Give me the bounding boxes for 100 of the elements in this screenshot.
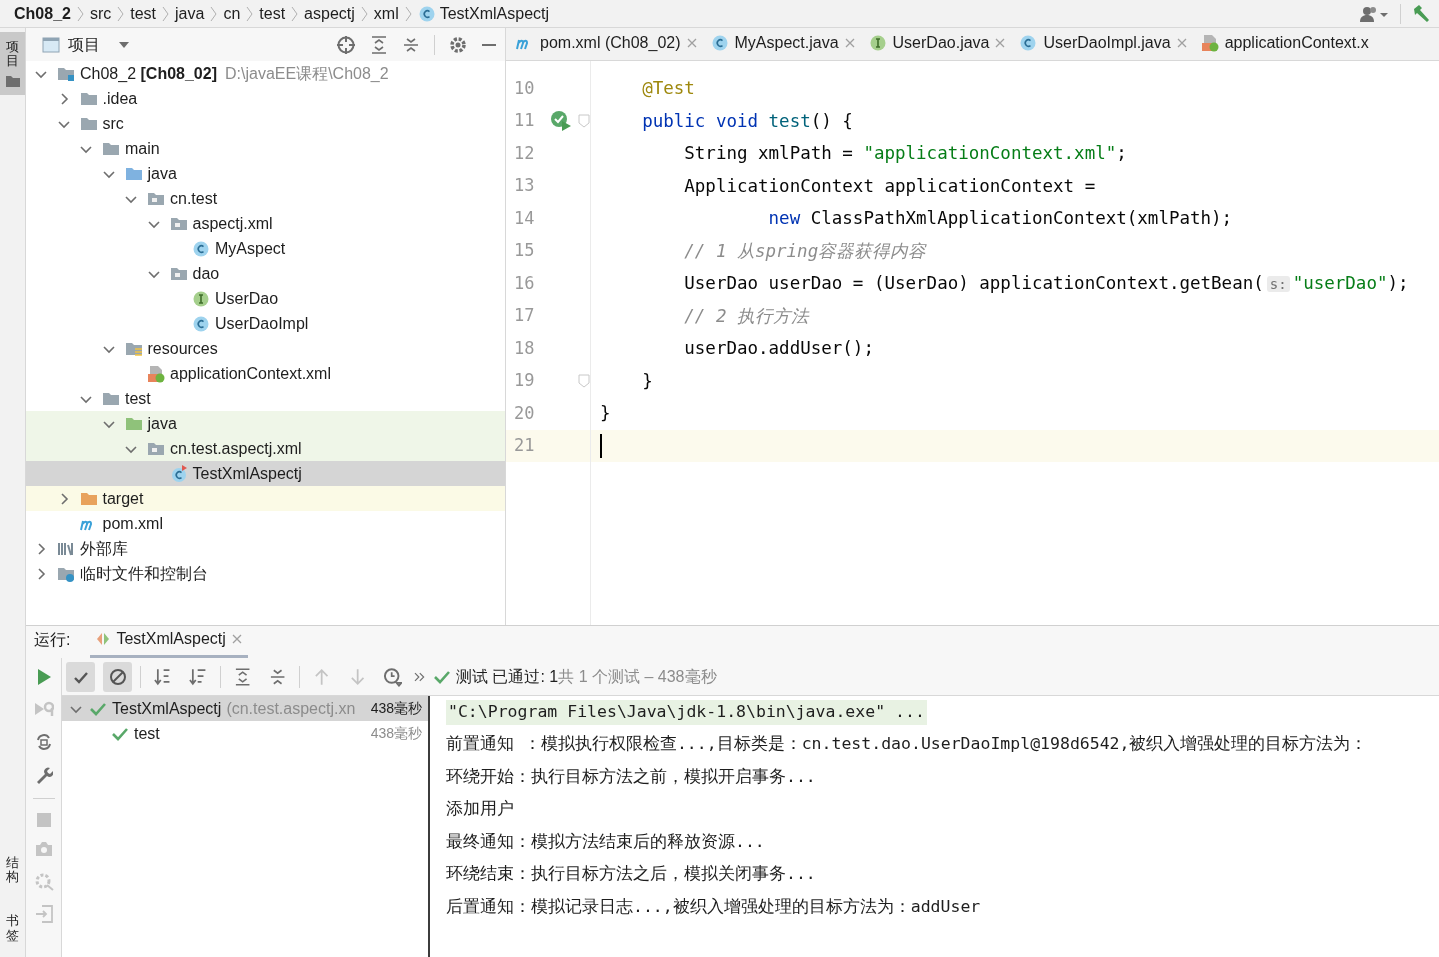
editor-tab[interactable]: pom.xml (Ch08_02) bbox=[516, 28, 697, 60]
breadcrumb-item[interactable]: TestXmlAspectj bbox=[439, 1, 550, 26]
close-icon[interactable] bbox=[231, 634, 242, 644]
editor-tab[interactable]: UserDaoImpl.java bbox=[1019, 28, 1187, 60]
tree-item[interactable]: test bbox=[26, 386, 505, 411]
panel-title[interactable]: 项目 bbox=[68, 32, 100, 57]
toggle-auto-test-icon[interactable] bbox=[34, 732, 53, 752]
check-icon bbox=[90, 701, 106, 716]
line-number: 13 bbox=[513, 174, 536, 197]
interface-icon bbox=[192, 289, 210, 308]
breadcrumb-item[interactable]: src bbox=[89, 1, 112, 26]
console-line: 最终通知：模拟方法结束后的释放资源... bbox=[446, 830, 765, 853]
breadcrumb-separator-icon bbox=[291, 5, 299, 22]
console-line: 环绕开始：执行目标方法之前，模拟开启事务... bbox=[446, 765, 816, 788]
show-ignored-toggle[interactable] bbox=[103, 661, 133, 692]
editor-tab[interactable]: MyAspect.java bbox=[710, 28, 855, 60]
console-line: 环绕结束：执行目标方法之后，模拟关闭事务... bbox=[446, 863, 816, 886]
tree-item[interactable]: aspectj.xml bbox=[26, 211, 505, 236]
fold-marker-icon[interactable] bbox=[578, 373, 590, 388]
settings-icon[interactable] bbox=[449, 35, 467, 54]
tool-window-tab[interactable]: 书签 bbox=[0, 906, 25, 951]
class-icon bbox=[192, 239, 210, 258]
breadcrumb-separator-icon bbox=[76, 5, 84, 22]
breadcrumb-separator-icon bbox=[404, 5, 412, 22]
test-run-icon bbox=[96, 632, 111, 646]
editor-tab[interactable]: UserDao.java bbox=[868, 28, 1006, 60]
tree-item[interactable]: Ch08_2 [Ch08_02] D:\javaEE课程\Ch08_2 bbox=[26, 61, 505, 86]
tree-item[interactable]: UserDaoImpl bbox=[26, 311, 505, 336]
tree-item[interactable]: dao bbox=[26, 261, 505, 286]
user-icon[interactable] bbox=[1358, 4, 1390, 23]
tool-window-tab[interactable]: 结构 bbox=[0, 847, 25, 893]
tree-item[interactable]: resources bbox=[26, 336, 505, 361]
tree-item[interactable]: cn.test bbox=[26, 186, 505, 211]
line-number: 16 bbox=[513, 271, 536, 295]
line-number: 14 bbox=[513, 206, 536, 230]
status-detail: 共 1 个测试 – 438毫秒 bbox=[558, 666, 717, 687]
breadcrumb-separator-icon bbox=[117, 5, 125, 22]
code-line: } bbox=[641, 369, 653, 393]
tree-item[interactable]: main bbox=[26, 136, 505, 161]
locate-icon[interactable] bbox=[336, 34, 356, 55]
folder-icon bbox=[5, 74, 20, 87]
hammer-icon[interactable] bbox=[1411, 3, 1431, 24]
test-duration: 438毫秒 bbox=[369, 724, 422, 743]
breadcrumb-item[interactable]: cn bbox=[223, 1, 241, 26]
tree-item[interactable]: pom.xml bbox=[26, 511, 505, 536]
breadcrumb-separator-icon bbox=[360, 5, 368, 22]
test-class-detail: (cn.test.aspectj.xn bbox=[226, 698, 356, 719]
code-line: } bbox=[600, 402, 611, 426]
tree-item[interactable]: UserDao bbox=[26, 286, 505, 311]
code-line: public void test() { bbox=[641, 109, 853, 133]
tree-item[interactable]: 临时文件和控制台 bbox=[26, 561, 505, 586]
tree-item[interactable]: java bbox=[26, 411, 505, 436]
line-number: 12 bbox=[513, 141, 536, 165]
expand-all-icon[interactable] bbox=[370, 35, 388, 54]
run-icon[interactable] bbox=[35, 668, 52, 686]
window-icon bbox=[42, 36, 60, 53]
tree-item[interactable]: MyAspect bbox=[26, 236, 505, 261]
line-number: 17 bbox=[513, 304, 536, 327]
tree-item[interactable]: TestXmlAspectj bbox=[26, 461, 505, 486]
breadcrumb-item[interactable]: Ch08_2 bbox=[14, 1, 71, 26]
breadcrumb-separator-icon bbox=[210, 5, 218, 22]
tree-item[interactable]: src bbox=[26, 111, 505, 136]
run-test-icon[interactable] bbox=[550, 109, 572, 132]
tree-item[interactable]: cn.test.aspectj.xml bbox=[26, 436, 505, 461]
tree-item[interactable]: target bbox=[26, 486, 505, 511]
fold-marker-icon[interactable] bbox=[578, 113, 590, 128]
path-label: D:\javaEE课程\Ch08_2 bbox=[225, 63, 389, 84]
collapse-all-icon[interactable] bbox=[402, 35, 420, 54]
console-line: 前置通知 ：模拟执行权限检查...,目标类是：cn.test.dao.UserDaoImpl@198d6542,被织入增强处理的目标方法为： bbox=[446, 733, 1368, 756]
line-number: 19 bbox=[513, 369, 536, 392]
code-line: new ClassPathXmlApplicationContext(xmlPath); bbox=[767, 207, 1233, 231]
breadcrumb-item[interactable]: test bbox=[130, 1, 157, 26]
breadcrumb-item[interactable]: java bbox=[175, 1, 205, 26]
line-number: 21 bbox=[513, 434, 536, 457]
editor-tab[interactable]: applicationContext.x bbox=[1200, 28, 1369, 60]
show-passed-toggle[interactable] bbox=[66, 661, 95, 692]
more-chevrons-icon[interactable] bbox=[414, 671, 426, 682]
test-tree-item[interactable]: test 438毫秒 bbox=[62, 721, 428, 746]
breadcrumb-item[interactable]: aspectj bbox=[304, 1, 355, 26]
tree-item[interactable]: applicationContext.xml bbox=[26, 361, 505, 386]
class-icon bbox=[417, 4, 436, 23]
code-line: @Test bbox=[641, 77, 695, 101]
line-number: 18 bbox=[513, 336, 536, 360]
code-line: UserDao userDao = (UserDao) applicationContext.getBean( s: "userDao"); bbox=[683, 272, 1409, 296]
tree-item[interactable]: java bbox=[26, 161, 505, 186]
tool-window-tab[interactable]: 项目 bbox=[0, 32, 25, 95]
console-line: 后置通知：模拟记录日志...,被织入增强处理的目标方法为：addUser bbox=[446, 895, 981, 918]
class-icon bbox=[192, 314, 210, 333]
tree-item[interactable]: 外部库 bbox=[26, 536, 505, 561]
tree-item[interactable]: .idea bbox=[26, 86, 505, 111]
sort-by-duration-icon[interactable] bbox=[188, 666, 208, 687]
check-icon bbox=[434, 669, 450, 684]
code-line: // 2 执行方法 bbox=[683, 304, 809, 328]
history-clock-icon[interactable] bbox=[383, 666, 403, 687]
code-line: // 1 从spring容器获得内容 bbox=[683, 239, 927, 263]
breadcrumb-item[interactable]: test bbox=[259, 1, 286, 26]
breadcrumb-item[interactable]: xml bbox=[373, 1, 399, 26]
test-tree-item[interactable]: TestXmlAspectj (cn.test.aspectj.xn 438毫秒 bbox=[62, 696, 428, 721]
dropdown-caret-icon[interactable] bbox=[118, 40, 130, 49]
xml-file-icon bbox=[147, 364, 165, 383]
